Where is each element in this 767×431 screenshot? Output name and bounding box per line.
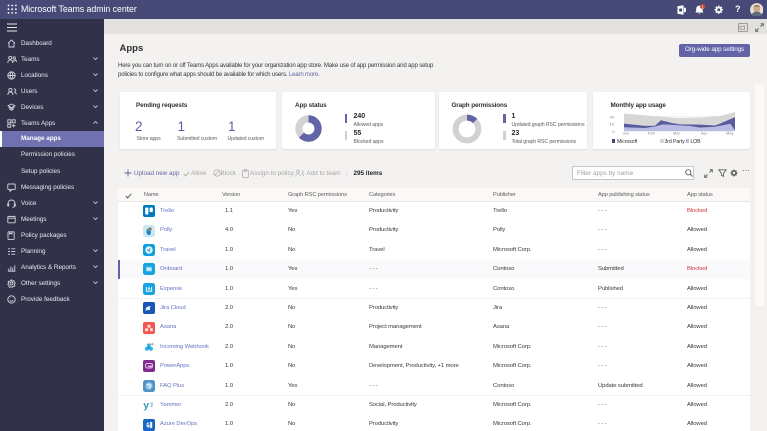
- svg-text:Jan: Jan: [623, 131, 629, 136]
- svg-text:y: y: [143, 400, 149, 411]
- svg-text:1K: 1K: [610, 122, 615, 127]
- svg-text:Mar: Mar: [673, 131, 681, 136]
- svg-text:1: 1: [701, 4, 704, 9]
- svg-text:Apr: Apr: [701, 131, 708, 136]
- svg-text:2K: 2K: [610, 114, 615, 119]
- svg-text:0: 0: [612, 129, 615, 134]
- svg-text:Feb: Feb: [648, 131, 656, 136]
- svg-text:May: May: [726, 131, 734, 136]
